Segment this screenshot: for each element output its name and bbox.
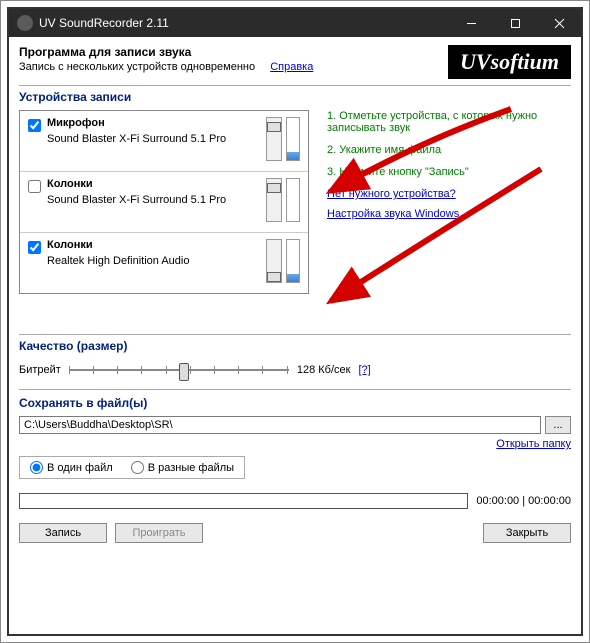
devices-section-title: Устройства записи	[19, 90, 571, 104]
instruction-step: 3. Нажмите кнопку "Запись"	[327, 166, 571, 178]
instruction-step: 1. Отметьте устройства, с которых нужно …	[327, 110, 571, 134]
save-section-title: Сохранять в файл(ы)	[19, 396, 571, 410]
device-checkbox[interactable]	[28, 180, 41, 193]
save-path-input[interactable]	[19, 416, 541, 434]
bitrate-label: Битрейт	[19, 364, 61, 376]
close-button[interactable]	[537, 9, 581, 37]
device-desc: Sound Blaster X-Fi Surround 5.1 Pro	[47, 194, 262, 206]
level-meter	[286, 178, 300, 222]
maximize-button[interactable]	[493, 9, 537, 37]
minimize-button[interactable]	[449, 9, 493, 37]
titlebar: UV SoundRecorder 2.11	[9, 9, 581, 37]
device-checkbox[interactable]	[28, 241, 41, 254]
browse-button[interactable]: ...	[545, 416, 571, 434]
device-name: Колонки	[47, 178, 262, 190]
device-name: Микрофон	[47, 117, 262, 129]
instruction-step: 2. Укажите имя файла	[327, 144, 571, 156]
device-desc: Sound Blaster X-Fi Surround 5.1 Pro	[47, 133, 262, 145]
volume-slider[interactable]	[266, 178, 282, 222]
program-title: Программа для записи звука	[19, 45, 448, 59]
quality-section-title: Качество (размер)	[19, 339, 571, 353]
volume-slider[interactable]	[266, 117, 282, 161]
device-desc: Realtek High Definition Audio	[47, 255, 262, 267]
progress-bar	[19, 493, 468, 509]
app-icon	[17, 15, 33, 31]
no-device-link[interactable]: Нет нужного устройства?	[327, 188, 571, 200]
volume-slider[interactable]	[266, 239, 282, 283]
record-button[interactable]: Запись	[19, 523, 107, 543]
open-folder-link[interactable]: Открыть папку	[496, 438, 571, 450]
device-item: Колонки Realtek High Definition Audio	[20, 233, 308, 293]
instructions-panel: 1. Отметьте устройства, с которых нужно …	[309, 110, 571, 294]
close-app-button[interactable]: Закрыть	[483, 523, 571, 543]
bitrate-value: 128 Кб/сек	[297, 364, 351, 376]
brand-logo: UVsoftium	[448, 45, 571, 79]
level-meter	[286, 239, 300, 283]
device-item: Колонки Sound Blaster X-Fi Surround 5.1 …	[20, 172, 308, 233]
device-list: Микрофон Sound Blaster X-Fi Surround 5.1…	[19, 110, 309, 294]
radio-many-files[interactable]: В разные файлы	[131, 461, 234, 474]
bitrate-help-link[interactable]: [?]	[358, 364, 370, 376]
window-title: UV SoundRecorder 2.11	[39, 16, 449, 30]
time-display: 00:00:00 | 00:00:00	[476, 495, 571, 507]
device-item: Микрофон Sound Blaster X-Fi Surround 5.1…	[20, 111, 308, 172]
play-button[interactable]: Проиграть	[115, 523, 203, 543]
radio-one-file[interactable]: В один файл	[30, 461, 113, 474]
windows-sound-link[interactable]: Настройка звука Windows	[327, 208, 571, 220]
level-meter	[286, 117, 300, 161]
device-checkbox[interactable]	[28, 119, 41, 132]
device-name: Колонки	[47, 239, 262, 251]
program-subtitle: Запись с нескольких устройств одновремен…	[19, 61, 255, 73]
bitrate-slider[interactable]	[69, 359, 289, 381]
help-link[interactable]: Справка	[270, 61, 313, 73]
save-mode-group: В один файл В разные файлы	[19, 456, 245, 479]
